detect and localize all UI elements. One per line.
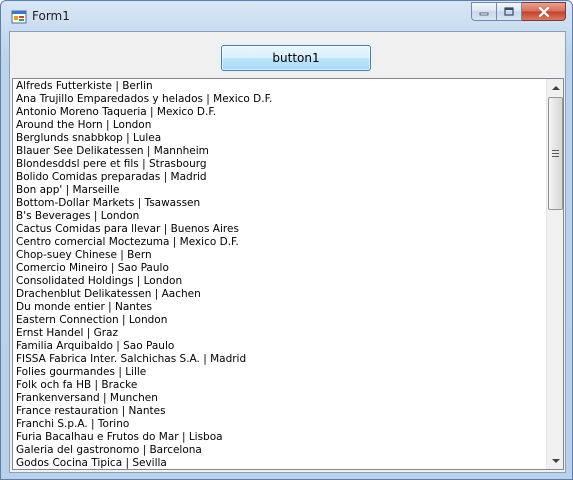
maximize-button[interactable]: [497, 2, 522, 21]
list-item[interactable]: Alfreds Futterkiste | Berlin: [13, 80, 546, 93]
list-item[interactable]: Bolido Comidas preparadas | Madrid: [13, 171, 546, 184]
form-client-area: button1 Alfreds Futterkiste | Berlin Ana …: [9, 31, 566, 473]
list-item[interactable]: Blondesddsl pere et fils | Strasbourg: [13, 158, 546, 171]
list-item[interactable]: Centro comercial Moctezuma | Mexico D.F.: [13, 236, 546, 249]
list-item[interactable]: Bottom-Dollar Markets | Tsawassen: [13, 197, 546, 210]
close-button[interactable]: [522, 2, 566, 21]
scroll-down-button[interactable]: [547, 452, 563, 469]
maximize-icon: [504, 7, 514, 16]
scroll-up-button[interactable]: [547, 79, 563, 96]
list-item[interactable]: Berglunds snabbkop | Lulea: [13, 132, 546, 145]
list-item[interactable]: Galeria del gastronomo | Barcelona: [13, 444, 546, 457]
list-item[interactable]: B's Beverages | London: [13, 210, 546, 223]
scroll-thumb[interactable]: [548, 97, 563, 210]
list-item[interactable]: Familia Arquibaldo | Sao Paulo: [13, 340, 546, 353]
list-item[interactable]: Du monde entier | Nantes: [13, 301, 546, 314]
list-item[interactable]: FISSA Fabrica Inter. Salchichas S.A. | M…: [13, 353, 546, 366]
window-title: Form1: [32, 9, 70, 23]
app-icon: [11, 10, 27, 24]
caption-buttons: [471, 2, 566, 21]
main-window: Form1 button1 Alfreds Futterkiste | Berl…: [0, 0, 573, 480]
list-item[interactable]: Eastern Connection | London: [13, 314, 546, 327]
title-bar[interactable]: Form1: [1, 1, 572, 31]
list-item[interactable]: Consolidated Holdings | London: [13, 275, 546, 288]
list-item[interactable]: Frankenversand | Munchen: [13, 392, 546, 405]
list-item[interactable]: Comercio Mineiro | Sao Paulo: [13, 262, 546, 275]
list-item[interactable]: Franchi S.p.A. | Torino: [13, 418, 546, 431]
grip-icon: [552, 150, 559, 157]
list-item[interactable]: Folies gourmandes | Lille: [13, 366, 546, 379]
list-item[interactable]: Cactus Comidas para llevar | Buenos Aire…: [13, 223, 546, 236]
list-item[interactable]: France restauration | Nantes: [13, 405, 546, 418]
customer-listbox[interactable]: Alfreds Futterkiste | Berlin Ana Trujillo…: [12, 78, 564, 470]
list-item[interactable]: Around the Horn | London: [13, 119, 546, 132]
list-item[interactable]: Ernst Handel | Graz: [13, 327, 546, 340]
minimize-button[interactable]: [471, 2, 497, 21]
list-item[interactable]: Furia Bacalhau e Frutos do Mar | Lisboa: [13, 431, 546, 444]
list-item[interactable]: Blauer See Delikatessen | Mannheim: [13, 145, 546, 158]
button1[interactable]: button1: [221, 45, 371, 71]
list-item[interactable]: Bon app' | Marseille: [13, 184, 546, 197]
vertical-scrollbar[interactable]: [546, 79, 563, 469]
list-item[interactable]: Antonio Moreno Taqueria | Mexico D.F.: [13, 106, 546, 119]
list-item[interactable]: Godos Cocina Tipica | Sevilla: [13, 457, 546, 469]
chevron-down-icon: [551, 458, 560, 463]
close-icon: [538, 6, 549, 17]
list-item[interactable]: Ana Trujillo Emparedados y helados | Mex…: [13, 93, 546, 106]
list-item[interactable]: Chop-suey Chinese | Bern: [13, 249, 546, 262]
chevron-up-icon: [551, 85, 560, 90]
list-item[interactable]: Drachenblut Delikatessen | Aachen: [13, 288, 546, 301]
list-item[interactable]: Folk och fa HB | Bracke: [13, 379, 546, 392]
minimize-icon: [479, 12, 489, 15]
listbox-items: Alfreds Futterkiste | Berlin Ana Trujillo…: [13, 80, 546, 469]
